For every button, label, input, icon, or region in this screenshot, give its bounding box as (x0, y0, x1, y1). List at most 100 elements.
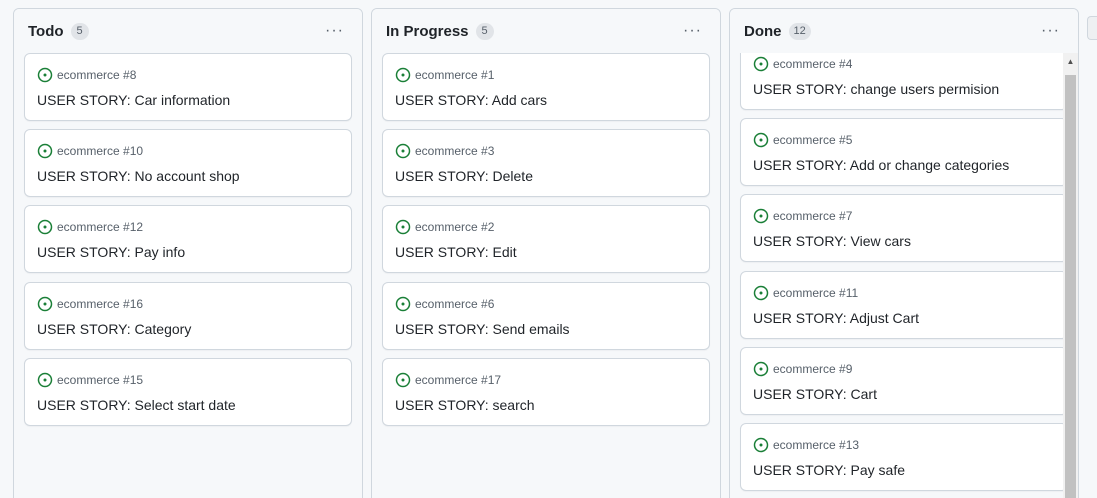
card-meta: ecommerce #1 (395, 67, 494, 83)
issue-ref[interactable]: ecommerce #12 (57, 220, 143, 234)
card-meta: ecommerce #12 (37, 219, 143, 235)
card-meta: ecommerce #13 (753, 437, 859, 453)
issue-title[interactable]: USER STORY: change users permision (753, 81, 999, 97)
column-scrollbar[interactable]: ▲ (1063, 53, 1078, 498)
issue-opened-icon (37, 67, 53, 83)
scrollbar-thumb[interactable] (1065, 75, 1076, 498)
issue-card[interactable]: ecommerce #4 USER STORY: change users pe… (740, 53, 1068, 110)
card-meta: ecommerce #17 (395, 372, 501, 388)
issue-opened-icon (753, 208, 769, 224)
column-todo: Todo 5 ··· ecommerce #8 USER STORY: Car … (13, 8, 363, 498)
issue-card[interactable]: ecommerce #1 USER STORY: Add cars (382, 53, 710, 121)
issue-opened-icon (37, 296, 53, 312)
issue-title[interactable]: USER STORY: View cars (753, 233, 911, 249)
issue-ref[interactable]: ecommerce #10 (57, 144, 143, 158)
issue-card[interactable]: ecommerce #11 USER STORY: Adjust Cart (740, 271, 1068, 339)
scroll-up-arrow-icon[interactable]: ▲ (1063, 55, 1078, 69)
column-done: Done 12 ··· ecommerce #4 USER STORY: cha… (729, 8, 1079, 498)
issue-card[interactable]: ecommerce #16 USER STORY: Category (24, 282, 352, 350)
issue-ref[interactable]: ecommerce #3 (415, 144, 494, 158)
issue-card[interactable]: ecommerce #9 USER STORY: Cart (740, 347, 1068, 415)
issue-card[interactable]: ecommerce #12 USER STORY: Pay info (24, 205, 352, 273)
issue-opened-icon (395, 372, 411, 388)
issue-ref[interactable]: ecommerce #4 (773, 57, 852, 71)
issue-title[interactable]: USER STORY: Category (37, 321, 191, 337)
card-meta: ecommerce #11 (753, 285, 858, 301)
column-scroll-area[interactable]: ecommerce #4 USER STORY: change users pe… (730, 53, 1078, 498)
issue-title[interactable]: USER STORY: Send emails (395, 321, 570, 337)
issue-title[interactable]: USER STORY: Adjust Cart (753, 310, 919, 326)
issue-card[interactable]: ecommerce #17 USER STORY: search (382, 358, 710, 426)
issue-title[interactable]: USER STORY: Delete (395, 168, 533, 184)
column-header: In Progress 5 ··· (372, 9, 720, 53)
issue-ref[interactable]: ecommerce #13 (773, 438, 859, 452)
issue-ref[interactable]: ecommerce #7 (773, 209, 852, 223)
issue-title[interactable]: USER STORY: Pay info (37, 244, 185, 260)
issue-card[interactable]: ecommerce #2 USER STORY: Edit (382, 205, 710, 273)
card-meta: ecommerce #5 (753, 132, 852, 148)
issue-opened-icon (395, 67, 411, 83)
issue-title[interactable]: USER STORY: Cart (753, 386, 877, 402)
issue-opened-icon (753, 361, 769, 377)
project-board: Todo 5 ··· ecommerce #8 USER STORY: Car … (0, 0, 1097, 498)
issue-ref[interactable]: ecommerce #8 (57, 68, 136, 82)
card-meta: ecommerce #2 (395, 219, 494, 235)
issue-card[interactable]: ecommerce #5 USER STORY: Add or change c… (740, 118, 1068, 186)
issue-ref[interactable]: ecommerce #16 (57, 297, 143, 311)
issue-ref[interactable]: ecommerce #6 (415, 297, 494, 311)
issue-card[interactable]: ecommerce #13 USER STORY: Pay safe (740, 423, 1068, 491)
issue-title[interactable]: USER STORY: No account shop (37, 168, 240, 184)
issue-ref[interactable]: ecommerce #9 (773, 362, 852, 376)
issue-card[interactable]: ecommerce #7 USER STORY: View cars (740, 194, 1068, 262)
issue-title[interactable]: USER STORY: Add or change categories (753, 157, 1009, 173)
card-meta: ecommerce #4 (753, 56, 852, 72)
issue-title[interactable]: USER STORY: search (395, 397, 535, 413)
issue-ref[interactable]: ecommerce #2 (415, 220, 494, 234)
card-meta: ecommerce #15 (37, 372, 143, 388)
card-meta: ecommerce #7 (753, 208, 852, 224)
issue-ref[interactable]: ecommerce #17 (415, 373, 501, 387)
card-meta: ecommerce #16 (37, 296, 143, 312)
issue-title[interactable]: USER STORY: Car information (37, 92, 230, 108)
column-title: Done (744, 22, 782, 40)
issue-opened-icon (753, 56, 769, 72)
card-meta: ecommerce #8 (37, 67, 136, 83)
issue-ref[interactable]: ecommerce #15 (57, 373, 143, 387)
card-meta: ecommerce #6 (395, 296, 494, 312)
issue-opened-icon (37, 143, 53, 159)
issue-title[interactable]: USER STORY: Add cars (395, 92, 547, 108)
column-title: In Progress (386, 22, 469, 40)
column-in-progress: In Progress 5 ··· ecommerce #1 USER STOR… (371, 8, 721, 498)
issue-card[interactable]: ecommerce #6 USER STORY: Send emails (382, 282, 710, 350)
issue-opened-icon (37, 372, 53, 388)
issue-title[interactable]: USER STORY: Pay safe (753, 462, 905, 478)
card-meta: ecommerce #10 (37, 143, 143, 159)
issue-card[interactable]: ecommerce #10 USER STORY: No account sho… (24, 129, 352, 197)
issue-card[interactable]: ecommerce #3 USER STORY: Delete (382, 129, 710, 197)
column-count-badge: 5 (475, 22, 494, 40)
issue-opened-icon (753, 285, 769, 301)
issue-card[interactable]: ecommerce #8 USER STORY: Car information (24, 53, 352, 121)
issue-opened-icon (753, 132, 769, 148)
issue-opened-icon (753, 437, 769, 453)
next-column-edge (1087, 16, 1097, 40)
column-count-badge: 5 (70, 22, 89, 40)
column-count-badge: 12 (788, 22, 811, 40)
issue-opened-icon (395, 296, 411, 312)
column-menu-button[interactable]: ··· (321, 21, 348, 41)
column-header: Done 12 ··· (730, 9, 1078, 53)
issue-ref[interactable]: ecommerce #5 (773, 133, 852, 147)
issue-opened-icon (395, 143, 411, 159)
column-menu-button[interactable]: ··· (1037, 21, 1064, 41)
card-meta: ecommerce #9 (753, 361, 852, 377)
issue-card[interactable]: ecommerce #15 USER STORY: Select start d… (24, 358, 352, 426)
column-title: Todo (28, 22, 64, 40)
issue-ref[interactable]: ecommerce #11 (773, 286, 858, 300)
column-menu-button[interactable]: ··· (679, 21, 706, 41)
issue-title[interactable]: USER STORY: Edit (395, 244, 517, 260)
issue-opened-icon (395, 219, 411, 235)
card-meta: ecommerce #3 (395, 143, 494, 159)
issue-opened-icon (37, 219, 53, 235)
issue-ref[interactable]: ecommerce #1 (415, 68, 494, 82)
issue-title[interactable]: USER STORY: Select start date (37, 397, 236, 413)
